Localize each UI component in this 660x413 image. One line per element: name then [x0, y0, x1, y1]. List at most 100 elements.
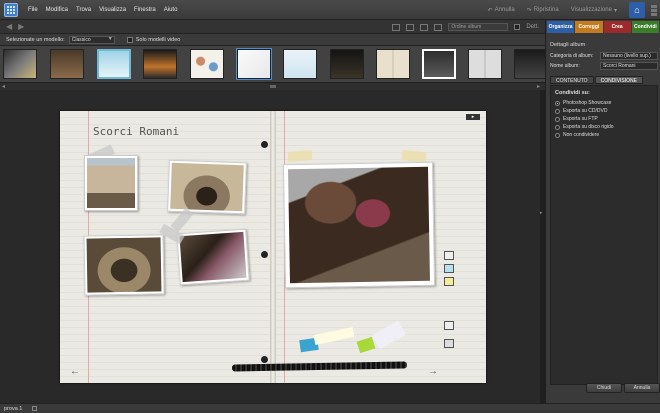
photo-horse-small[interactable]: [176, 228, 250, 286]
template-select[interactable]: Classico: [68, 35, 115, 44]
page-menu-button[interactable]: ▸: [466, 114, 480, 120]
tab-fix[interactable]: Correggi: [575, 21, 603, 33]
template-thumbnail[interactable]: [422, 49, 456, 79]
radio[interactable]: [555, 108, 560, 114]
side-tab[interactable]: [444, 321, 454, 330]
side-tab[interactable]: [444, 264, 454, 273]
category-label: Categoria di album:: [550, 53, 594, 59]
category-select[interactable]: Nessuno (livello sup.): [600, 52, 658, 60]
radio[interactable]: [555, 116, 560, 122]
forward-icon[interactable]: ▶: [18, 22, 24, 31]
template-thumbnail[interactable]: [468, 49, 502, 79]
side-tab[interactable]: [444, 277, 454, 286]
menu-file[interactable]: File: [28, 7, 38, 13]
app-grid-icon[interactable]: [4, 2, 18, 17]
rotate-left-icon[interactable]: [392, 23, 401, 31]
template-thumbnail[interactable]: [3, 49, 37, 79]
binder-hole: [261, 141, 268, 148]
menu-window[interactable]: Finestra: [134, 7, 156, 13]
share-to-title: Condividi su:: [555, 90, 590, 96]
binder-hole: [261, 356, 268, 363]
template-thumbnail-strip: [0, 46, 545, 82]
radio-selected[interactable]: [555, 100, 560, 106]
details-checkbox[interactable]: [514, 24, 521, 30]
template-thumbnail[interactable]: [50, 49, 84, 79]
share-option-label: Non condividere: [563, 132, 600, 138]
side-tab[interactable]: [444, 251, 454, 260]
template-thumbnail-selected[interactable]: [236, 48, 272, 80]
status-text: prova 1: [4, 405, 23, 412]
album-name-label: Nome album:: [550, 63, 580, 69]
tab-share[interactable]: Condividi: [631, 21, 659, 33]
tab-organize[interactable]: Organizza: [547, 21, 575, 33]
menu-view[interactable]: Visualizza: [99, 7, 126, 13]
share-option[interactable]: Esporta su disco rigido: [555, 124, 614, 130]
thumbnail-size-icon[interactable]: [420, 23, 429, 31]
book-spine: [270, 111, 276, 383]
photo-street[interactable]: [84, 155, 138, 211]
tape-yellow: [287, 150, 313, 162]
share-option-label: Esporta su FTP: [563, 116, 598, 122]
chevron-down-icon: ▾: [613, 7, 617, 14]
undo-icon: ↶: [487, 7, 493, 14]
details-label: Dett.: [526, 24, 539, 30]
tab-content[interactable]: CONTENUTO: [550, 76, 594, 84]
template-thumbnail[interactable]: [143, 49, 177, 79]
redo-button[interactable]: ↷ Ripristina: [527, 7, 559, 14]
sort-select[interactable]: Ordine album: [448, 23, 509, 31]
share-option[interactable]: Esporta su FTP: [555, 116, 598, 122]
menu-find[interactable]: Trova: [76, 7, 91, 13]
right-panel: Organizza Correggi Crea Condividi Dettag…: [545, 20, 660, 403]
scroll-left-icon[interactable]: ◂: [2, 83, 5, 90]
album-name-field[interactable]: Scorci Romani: [600, 62, 658, 70]
detail-subtabs: CONTENUTO CONDIVISIONE: [550, 76, 643, 84]
display-menu[interactable]: Visualizzazione ▾: [571, 7, 617, 14]
next-page-icon[interactable]: →: [428, 366, 438, 377]
radio[interactable]: [555, 132, 560, 138]
status-icon[interactable]: [32, 406, 38, 411]
template-thumbnail[interactable]: [376, 49, 410, 79]
share-options-box: Condividi su: Photoshop Showcase Esporta…: [550, 85, 658, 385]
toolbar-right: Ordine album Dett.: [392, 20, 539, 34]
share-option-label: Esporta su CD/DVD: [563, 108, 608, 114]
template-thumbnail[interactable]: [283, 49, 317, 79]
scroll-right-icon[interactable]: ▸: [537, 83, 540, 90]
template-thumbnail[interactable]: [190, 49, 224, 79]
window-controls[interactable]: [651, 4, 657, 16]
template-thumbnail[interactable]: [330, 49, 364, 79]
video-only-label: Solo modelli video: [135, 36, 181, 43]
tab-sharing[interactable]: CONDIVISIONE: [594, 76, 643, 84]
fit-icon[interactable]: [434, 23, 443, 31]
back-icon[interactable]: ◀: [6, 22, 12, 31]
photo-courtyard[interactable]: [83, 234, 165, 296]
mode-tabs: Organizza Correggi Crea Condividi: [546, 20, 660, 34]
tab-create[interactable]: Crea: [603, 21, 631, 33]
menu-edit[interactable]: Modifica: [46, 7, 68, 13]
video-only-checkbox[interactable]: [126, 36, 133, 43]
share-option[interactable]: Non condividere: [555, 132, 599, 138]
template-thumbnail[interactable]: [97, 49, 131, 79]
share-option[interactable]: Photoshop Showcase: [555, 100, 611, 106]
radio[interactable]: [555, 124, 560, 130]
menu-help[interactable]: Aiuto: [164, 7, 178, 13]
binder-hole: [261, 251, 268, 258]
display-label: Visualizzazione: [570, 7, 612, 13]
done-button[interactable]: Chiudi: [586, 383, 622, 393]
strip-scrollbar[interactable]: ◂ ▸: [0, 82, 545, 90]
album-book[interactable]: Scorci Romani ▸ ← →: [60, 111, 486, 383]
undo-button[interactable]: ↶ Annulla: [488, 7, 515, 14]
template-row: Selezionate un modello: Classico Solo mo…: [0, 34, 545, 46]
scroll-thumb[interactable]: [270, 85, 276, 88]
cancel-button[interactable]: Annulla: [624, 383, 660, 393]
photo-archway[interactable]: [167, 159, 247, 215]
previous-page-icon[interactable]: ←: [70, 366, 80, 377]
home-button[interactable]: ⌂: [629, 2, 645, 18]
rotate-right-icon[interactable]: [406, 23, 415, 31]
template-thumbnail[interactable]: [514, 49, 545, 79]
share-option-label: Photoshop Showcase: [563, 100, 612, 106]
status-bar: prova 1: [0, 403, 660, 413]
side-tab[interactable]: [444, 339, 454, 348]
share-option[interactable]: Esporta su CD/DVD: [555, 108, 607, 114]
menu-bar: File Modifica Trova Visualizza Finestra …: [0, 0, 660, 20]
photo-horse-large[interactable]: [282, 161, 436, 289]
